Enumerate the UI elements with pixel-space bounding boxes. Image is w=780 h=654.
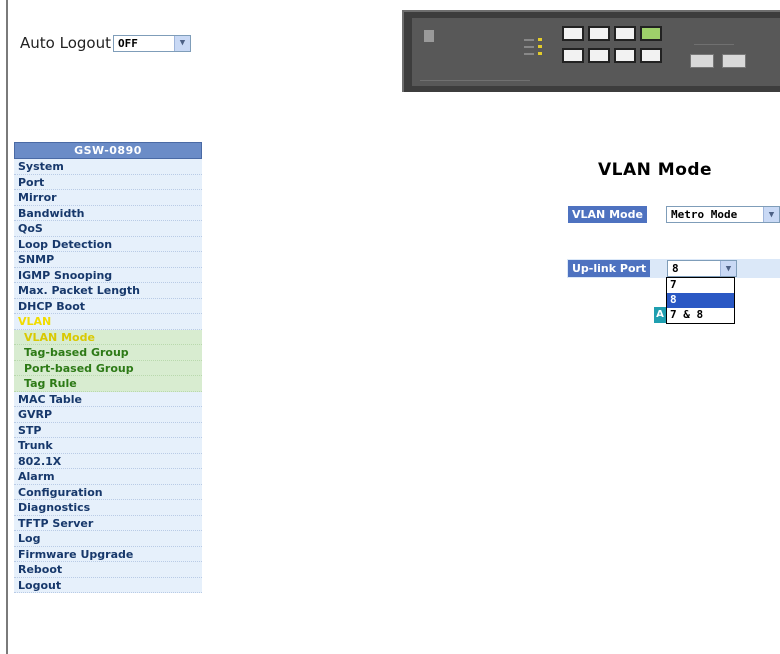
led-legend <box>524 53 534 55</box>
uplink-port-dropdown-list: 7 8 7 & 8 <box>666 277 735 324</box>
navigation-menu: GSW-0890 System Port Mirror Bandwidth Qo… <box>14 142 202 593</box>
auto-logout-select[interactable]: OFF ▼ <box>112 34 191 52</box>
port-icon <box>588 48 610 63</box>
menu-item-reboot[interactable]: Reboot <box>14 562 202 578</box>
port-icon <box>614 26 636 41</box>
vlan-mode-select[interactable]: Metro Mode ▼ <box>666 206 780 223</box>
menu-item-snmp[interactable]: SNMP <box>14 252 202 268</box>
menu-item-igmp-snooping[interactable]: IGMP Snooping <box>14 267 202 283</box>
led-legend <box>524 39 534 41</box>
auto-logout-value: OFF <box>117 36 138 50</box>
menu-item-mac-table[interactable]: MAC Table <box>14 391 202 407</box>
led-legend <box>524 46 534 48</box>
switch-front-panel-image <box>402 10 780 92</box>
menu-item-configuration[interactable]: Configuration <box>14 484 202 500</box>
menu-header-device-name: GSW-0890 <box>14 142 202 159</box>
led-icon <box>538 52 542 55</box>
menu-item-port[interactable]: Port <box>14 174 202 190</box>
menu-item-system[interactable]: System <box>14 159 202 175</box>
submenu-item-vlan-mode[interactable]: VLAN Mode <box>14 329 202 345</box>
menu-item-tftp-server[interactable]: TFTP Server <box>14 515 202 531</box>
led-icon <box>538 45 542 48</box>
sfp-bracket <box>694 44 734 45</box>
page-title: VLAN Mode <box>598 160 713 180</box>
auto-logout: Auto Logout OFF ▼ <box>20 34 191 52</box>
led-icon <box>538 38 542 41</box>
sfp-port-icon <box>690 54 714 68</box>
menu-item-firmware-upgrade[interactable]: Firmware Upgrade <box>14 546 202 562</box>
menu-item-vlan[interactable]: VLAN <box>14 314 202 330</box>
port-icon <box>640 26 662 41</box>
port-icon <box>562 48 584 63</box>
left-border <box>0 0 8 654</box>
chevron-down-icon[interactable]: ▼ <box>173 35 190 51</box>
port-icon <box>588 26 610 41</box>
uplink-port-value: 8 <box>672 262 679 275</box>
menu-item-alarm[interactable]: Alarm <box>14 469 202 485</box>
port-icon <box>614 48 636 63</box>
brand-logo-icon <box>424 30 434 42</box>
chevron-down-icon[interactable]: ▼ <box>763 207 779 222</box>
chevron-down-icon[interactable]: ▼ <box>720 261 736 276</box>
uplink-port-label: Up-link Port <box>568 260 651 277</box>
menu-item-log[interactable]: Log <box>14 531 202 547</box>
submenu-item-port-based-group[interactable]: Port-based Group <box>14 360 202 376</box>
submenu-item-tag-based-group[interactable]: Tag-based Group <box>14 345 202 361</box>
port-icon <box>640 48 662 63</box>
menu-item-trunk[interactable]: Trunk <box>14 438 202 454</box>
apply-button[interactable]: A <box>654 307 666 323</box>
menu-item-loop-detection[interactable]: Loop Detection <box>14 236 202 252</box>
dropdown-option-7-and-8[interactable]: 7 & 8 <box>667 308 734 323</box>
menu-item-8021x[interactable]: 802.1X <box>14 453 202 469</box>
menu-item-diagnostics[interactable]: Diagnostics <box>14 500 202 516</box>
auto-logout-label: Auto Logout <box>20 34 111 52</box>
vlan-mode-value: Metro Mode <box>671 208 738 221</box>
submenu-item-tag-rule[interactable]: Tag Rule <box>14 376 202 392</box>
switch-faceplate <box>412 18 780 86</box>
uplink-port-select[interactable]: 8 ▼ <box>667 260 737 277</box>
menu-item-bandwidth[interactable]: Bandwidth <box>14 205 202 221</box>
vlan-mode-label: VLAN Mode <box>568 206 647 223</box>
menu-item-gvrp[interactable]: GVRP <box>14 407 202 423</box>
menu-item-mirror[interactable]: Mirror <box>14 190 202 206</box>
menu-item-stp[interactable]: STP <box>14 422 202 438</box>
dropdown-option-7[interactable]: 7 <box>667 278 734 293</box>
dropdown-option-8[interactable]: 8 <box>667 293 734 308</box>
menu-item-max-packet-length[interactable]: Max. Packet Length <box>14 283 202 299</box>
port-icon <box>562 26 584 41</box>
menu-item-qos[interactable]: QoS <box>14 221 202 237</box>
menu-item-dhcp-boot[interactable]: DHCP Boot <box>14 298 202 314</box>
faceplate-text-strip <box>420 80 530 81</box>
menu-item-logout[interactable]: Logout <box>14 577 202 593</box>
sfp-port-icon <box>722 54 746 68</box>
